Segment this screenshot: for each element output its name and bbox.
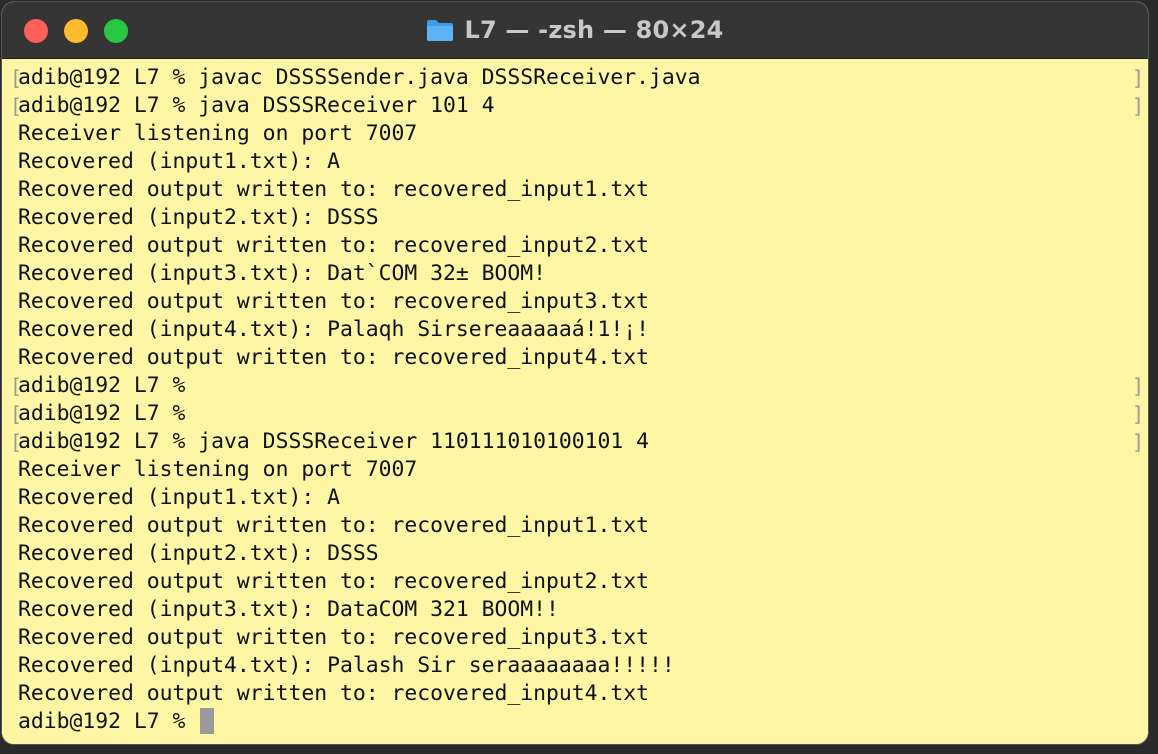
terminal-line: Recovered (input1.txt): A bbox=[2, 148, 1148, 176]
terminal-line-text: adib@192 L7 % bbox=[18, 401, 186, 426]
terminal-line: Recovered (input2.txt): DSSS bbox=[2, 540, 1148, 568]
terminal-line-text: Recovered (input2.txt): DSSS bbox=[18, 205, 379, 230]
line-mark-left: [ bbox=[10, 402, 23, 426]
terminal-line-text: Recovered output written to: recovered_i… bbox=[18, 625, 650, 650]
line-mark-right: ] bbox=[1131, 94, 1144, 118]
folder-icon bbox=[426, 18, 454, 42]
terminal-line-text: adib@192 L7 % javac DSSSSender.java DSSS… bbox=[18, 65, 701, 90]
terminal-window: L7 — -zsh — 80×24 [adib@192 L7 % javac D… bbox=[2, 2, 1148, 744]
terminal-output[interactable]: [adib@192 L7 % javac DSSSSender.java DSS… bbox=[2, 59, 1148, 744]
prompt-text: adib@192 L7 % bbox=[18, 709, 199, 734]
terminal-line-text: adib@192 L7 % bbox=[18, 373, 186, 398]
terminal-line: Recovered (input4.txt): Palash Sir seraa… bbox=[2, 652, 1148, 680]
terminal-line-text: Recovered (input3.txt): DataCOM 321 BOOM… bbox=[18, 597, 559, 622]
line-mark-right: ] bbox=[1131, 402, 1144, 426]
terminal-line-text: Recovered output written to: recovered_i… bbox=[18, 345, 650, 370]
line-mark-left: [ bbox=[10, 94, 23, 118]
terminal-line-text: Recovered output written to: recovered_i… bbox=[18, 289, 650, 314]
terminal-line-text: Receiver listening on port 7007 bbox=[18, 457, 418, 482]
terminal-line: [adib@192 L7 %] bbox=[2, 400, 1148, 428]
terminal-line-text: Recovered (input4.txt): Palaqh Sirsereaa… bbox=[18, 317, 650, 342]
terminal-line: Recovered output written to: recovered_i… bbox=[2, 176, 1148, 204]
terminal-line-text: Recovered output written to: recovered_i… bbox=[18, 233, 650, 258]
terminal-line-text: Recovered output written to: recovered_i… bbox=[18, 681, 650, 706]
prompt-line[interactable]: adib@192 L7 % bbox=[2, 708, 1148, 736]
terminal-line-text: adib@192 L7 % java DSSSReceiver 101 4 bbox=[18, 93, 495, 118]
terminal-line: Recovered (input4.txt): Palaqh Sirsereaa… bbox=[2, 316, 1148, 344]
terminal-line: Recovered output written to: recovered_i… bbox=[2, 568, 1148, 596]
terminal-line: [adib@192 L7 % java DSSSReceiver 1101110… bbox=[2, 428, 1148, 456]
terminal-line-text: Recovered (input4.txt): Palash Sir seraa… bbox=[18, 653, 675, 678]
terminal-line-text: Recovered (input2.txt): DSSS bbox=[18, 541, 379, 566]
terminal-line-text: adib@192 L7 % java DSSSReceiver 11011101… bbox=[18, 429, 650, 454]
line-mark-left: [ bbox=[10, 374, 23, 398]
terminal-line-text: Recovered (input3.txt): Dat`COM 32± BOOM… bbox=[18, 261, 547, 286]
terminal-line-text: Recovered output written to: recovered_i… bbox=[18, 569, 650, 594]
line-mark-right: ] bbox=[1131, 374, 1144, 398]
terminal-line-text: Recovered output written to: recovered_i… bbox=[18, 177, 650, 202]
window-title-group: L7 — -zsh — 80×24 bbox=[2, 2, 1148, 58]
terminal-line: Recovered output written to: recovered_i… bbox=[2, 344, 1148, 372]
terminal-line: [adib@192 L7 % javac DSSSSender.java DSS… bbox=[2, 64, 1148, 92]
terminal-line: Recovered output written to: recovered_i… bbox=[2, 680, 1148, 708]
line-mark-right: ] bbox=[1131, 66, 1144, 90]
terminal-line-text: Receiver listening on port 7007 bbox=[18, 121, 418, 146]
line-mark-left: [ bbox=[10, 66, 23, 90]
terminal-line: [adib@192 L7 %] bbox=[2, 372, 1148, 400]
terminal-line: Recovered (input2.txt): DSSS bbox=[2, 204, 1148, 232]
terminal-line-text: Recovered (input1.txt): A bbox=[18, 149, 340, 174]
terminal-line-text: Recovered output written to: recovered_i… bbox=[18, 513, 650, 538]
terminal-line: [adib@192 L7 % java DSSSReceiver 101 4] bbox=[2, 92, 1148, 120]
terminal-line: Recovered output written to: recovered_i… bbox=[2, 512, 1148, 540]
title-bar[interactable]: L7 — -zsh — 80×24 bbox=[2, 2, 1148, 59]
terminal-line: Recovered (input3.txt): Dat`COM 32± BOOM… bbox=[2, 260, 1148, 288]
terminal-line: Recovered (input3.txt): DataCOM 321 BOOM… bbox=[2, 596, 1148, 624]
terminal-line: Receiver listening on port 7007 bbox=[2, 120, 1148, 148]
terminal-line: Recovered output written to: recovered_i… bbox=[2, 288, 1148, 316]
text-cursor bbox=[200, 708, 215, 734]
terminal-line: Recovered (input1.txt): A bbox=[2, 484, 1148, 512]
terminal-line: Receiver listening on port 7007 bbox=[2, 456, 1148, 484]
window-title: L7 — -zsh — 80×24 bbox=[464, 16, 724, 44]
line-mark-right: ] bbox=[1131, 430, 1144, 454]
terminal-line: Recovered output written to: recovered_i… bbox=[2, 624, 1148, 652]
terminal-line-text: Recovered (input1.txt): A bbox=[18, 485, 340, 510]
line-mark-left: [ bbox=[10, 430, 23, 454]
terminal-line: Recovered output written to: recovered_i… bbox=[2, 232, 1148, 260]
